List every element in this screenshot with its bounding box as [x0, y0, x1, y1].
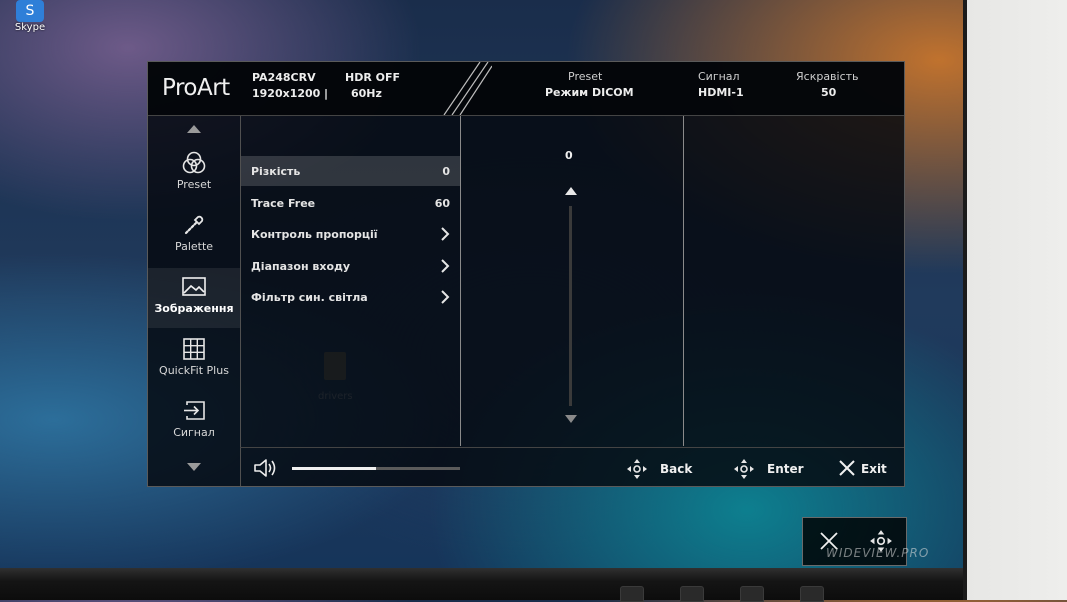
image-icon: [182, 277, 206, 296]
enter-label: Enter: [767, 462, 804, 476]
nav-label-preset: Preset: [176, 178, 212, 191]
nav-item-quickfit[interactable]: QuickFit Plus: [148, 330, 240, 390]
menu-item-input-range[interactable]: Діапазон входу: [241, 251, 460, 281]
menu-label-trace-free: Trace Free: [251, 197, 316, 210]
menu-label-input-range: Діапазон входу: [251, 260, 351, 273]
joystick-enter-icon: [734, 459, 754, 479]
chevron-right-icon: [441, 259, 450, 273]
input-signal-icon: [184, 401, 205, 420]
status-preset-value: Режим DICOM: [545, 86, 634, 99]
osd-category-nav: Preset Palette Зображення QuickFit Plus …: [148, 116, 241, 486]
menu-item-blue-light-filter[interactable]: Фільтр син. світла: [241, 282, 460, 312]
value-adjust-panel: 0: [461, 116, 684, 446]
joystick-back-icon: [627, 459, 647, 479]
volume-slider[interactable]: [292, 467, 460, 470]
resolution: 1920x1200: [252, 87, 321, 100]
image-settings-menu: Різкість 0 Trace Free 60 Контроль пропор…: [241, 116, 461, 446]
separator: |: [324, 87, 329, 100]
nav-item-image[interactable]: Зображення: [148, 268, 240, 328]
skype-desktop-icon[interactable]: S Skype: [10, 0, 50, 33]
hdr-status: HDR OFF: [345, 71, 401, 84]
menu-value-sharpness: 0: [442, 165, 450, 178]
osd-header: ProArt PA248CRV 1920x1200 | HDR OFF 60Hz…: [148, 62, 904, 116]
enter-control[interactable]: Enter: [733, 458, 804, 479]
refresh-rate: 60Hz: [351, 87, 382, 100]
status-signal-value: HDMI-1: [698, 86, 744, 99]
nav-item-preset[interactable]: Preset: [148, 144, 240, 204]
exit-label: Exit: [861, 462, 887, 476]
palette-dropper-icon: [184, 215, 204, 235]
status-brightness-title: Яскравість: [796, 70, 859, 83]
back-label: Back: [660, 462, 693, 476]
menu-value-trace-free: 60: [434, 197, 450, 210]
nav-label-palette: Palette: [174, 240, 214, 253]
nav-up-arrow-icon[interactable]: [186, 124, 202, 134]
exit-control[interactable]: Exit: [837, 458, 897, 478]
status-brightness-value: 50: [821, 86, 837, 99]
adjust-value: 0: [565, 149, 573, 162]
watermark: WIDEVIEW.PRO: [826, 546, 930, 560]
menu-label-sharpness: Різкість: [251, 165, 301, 178]
menu-item-trace-free[interactable]: Trace Free 60: [241, 188, 460, 218]
preset-circles-icon: [182, 151, 206, 174]
menu-label-aspect-control: Контроль пропорції: [251, 228, 378, 241]
osd-menu: ProArt PA248CRV 1920x1200 | HDR OFF 60Hz…: [147, 61, 905, 487]
skype-icon: S: [16, 0, 44, 22]
nav-label-quickfit: QuickFit Plus: [159, 364, 229, 377]
chevron-right-icon: [441, 290, 450, 304]
nav-label-image: Зображення: [154, 302, 234, 315]
skype-label: Skype: [14, 22, 46, 33]
chevron-right-icon: [441, 227, 450, 241]
menu-label-blue-light-filter: Фільтр син. світла: [251, 291, 368, 304]
speaker-volume-icon: [254, 459, 276, 477]
nav-down-arrow-icon[interactable]: [186, 462, 202, 472]
menu-item-sharpness[interactable]: Різкість 0: [241, 156, 460, 186]
proart-logo: ProArt: [162, 75, 230, 101]
back-control[interactable]: Back: [626, 458, 696, 479]
osd-footer: Back Enter Exit: [240, 447, 904, 487]
volume-fill: [292, 467, 376, 470]
slider-down-arrow-icon[interactable]: [564, 414, 578, 424]
menu-item-aspect-control[interactable]: Контроль пропорції: [241, 219, 460, 249]
monitor-edge: [963, 0, 1067, 600]
slider-up-arrow-icon[interactable]: [564, 186, 578, 196]
nav-item-palette[interactable]: Palette: [148, 206, 240, 266]
nav-label-signal: Сигнал: [173, 426, 215, 439]
grid-icon: [183, 338, 205, 360]
close-icon: [839, 460, 855, 476]
status-preset-title: Preset: [568, 70, 603, 83]
nav-item-signal[interactable]: Сигнал: [148, 392, 240, 452]
status-signal-title: Сигнал: [698, 70, 740, 83]
value-slider-track[interactable]: [569, 206, 572, 406]
model-name: PA248CRV: [252, 71, 316, 84]
header-divider-stripes: [443, 62, 492, 115]
